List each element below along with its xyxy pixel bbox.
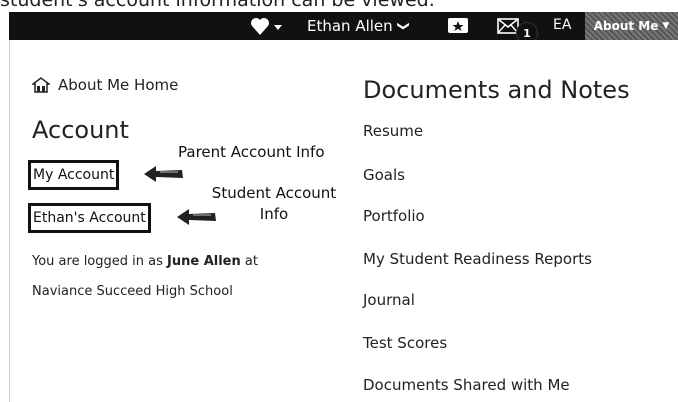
annotation-parent-account: Parent Account Info	[178, 143, 325, 161]
heart-icon[interactable]	[249, 15, 293, 37]
documents-shared-link[interactable]: Documents Shared with Me	[363, 376, 570, 394]
ethans-account-link[interactable]: Ethan's Account	[28, 203, 151, 233]
home-link-label: About Me Home	[58, 76, 179, 94]
test-scores-link[interactable]: Test Scores	[363, 334, 447, 352]
logged-in-as-text: You are logged in as June Allen at	[32, 254, 258, 269]
portfolio-link[interactable]: Portfolio	[363, 207, 425, 225]
annotation-student-line1: Student Account	[211, 184, 337, 202]
annotation-student-line2: Info	[259, 205, 289, 223]
badge-icon[interactable]	[447, 17, 469, 35]
about-me-menu-button[interactable]: About Me ▼	[585, 12, 678, 40]
my-account-link[interactable]: My Account	[28, 160, 120, 190]
annotation-arrow-icon	[177, 209, 216, 225]
account-heading: Account	[32, 116, 129, 144]
user-initials-avatar[interactable]: EA	[553, 17, 571, 33]
home-icon	[32, 77, 50, 93]
chevron-down-icon: ❯	[396, 20, 411, 32]
documents-and-notes-heading: Documents and Notes	[363, 76, 630, 104]
logged-in-user-name: June Allen	[167, 254, 241, 269]
journal-link[interactable]: Journal	[363, 291, 415, 309]
about-me-home-link[interactable]: About Me Home	[32, 76, 178, 94]
user-menu[interactable]: Ethan Allen ❯	[307, 17, 411, 35]
resume-link[interactable]: Resume	[363, 122, 423, 140]
annotation-student-account: Student Account Info	[198, 183, 350, 225]
goals-link[interactable]: Goals	[363, 166, 405, 184]
top-navigation-bar: Ethan Allen ❯ EA About Me ▼	[9, 12, 678, 40]
school-name-text: Naviance Succeed High School	[32, 284, 233, 299]
about-me-label: About Me	[593, 19, 659, 33]
student-readiness-reports-link[interactable]: My Student Readiness Reports	[363, 250, 592, 268]
user-name-label: Ethan Allen	[307, 17, 393, 35]
annotation-arrow-icon	[144, 166, 183, 182]
caret-down-icon: ▼	[662, 21, 670, 31]
panel-divider	[9, 40, 10, 402]
